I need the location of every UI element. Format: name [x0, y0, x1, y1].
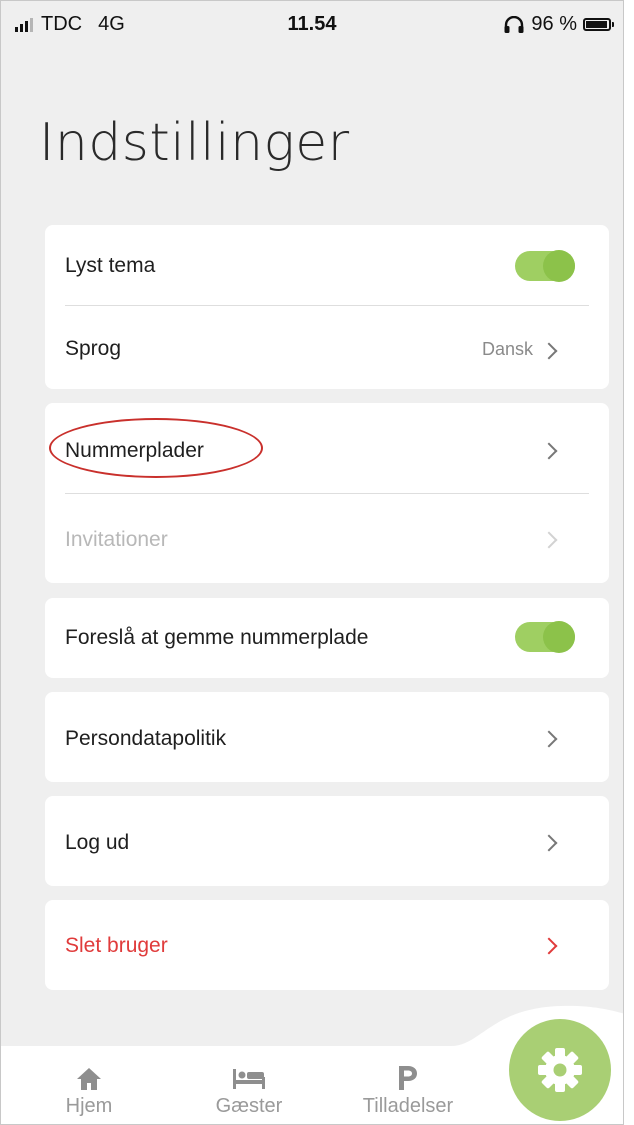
invitations-row: Invitationer: [45, 494, 609, 583]
light-theme-row: Lyst tema: [45, 225, 609, 305]
tab-home-label: Hjem: [65, 1095, 113, 1117]
log-out-label: Log ud: [65, 831, 130, 854]
privacy-policy-label: Persondatapolitik: [65, 727, 227, 750]
gear-icon: [538, 1048, 582, 1092]
suggest-save-plate-label: Foreslå at gemme nummerplade: [65, 626, 369, 649]
bed-icon: [233, 1069, 265, 1089]
log-out-row[interactable]: Log ud: [45, 796, 609, 886]
suggest-plate-card: Foreslå at gemme nummerplade: [45, 598, 609, 678]
toggle-knob: [543, 621, 575, 653]
license-plates-label: Nummerplader: [65, 439, 204, 462]
tab-guests[interactable]: Gæster: [206, 1067, 292, 1118]
chevron-right-icon: [540, 342, 558, 360]
delete-user-row[interactable]: Slet bruger: [45, 900, 609, 990]
toggle-knob: [543, 250, 575, 282]
settings-tab-button[interactable]: [509, 1019, 611, 1121]
status-bar: TDC 4G 11.54 96 %: [1, 1, 623, 49]
delete-user-label: Slet bruger: [65, 934, 168, 957]
chevron-right-icon: [540, 531, 558, 549]
vehicles-card: Nummerplader Invitationer: [45, 403, 609, 583]
light-theme-toggle[interactable]: [515, 250, 575, 282]
delete-user-card: Slet bruger: [45, 900, 609, 990]
tab-permissions-label: Tilladelser: [362, 1095, 454, 1117]
privacy-card: Persondatapolitik: [45, 692, 609, 782]
language-label: Sprog: [65, 337, 122, 360]
page-title: Indstillinger: [39, 113, 350, 173]
battery-icon: [583, 18, 614, 31]
license-plates-row[interactable]: Nummerplader: [45, 403, 609, 493]
chevron-right-icon: [540, 834, 558, 852]
light-theme-label: Lyst tema: [65, 254, 156, 277]
status-right: 96 %: [503, 13, 614, 36]
tab-home[interactable]: Hjem: [59, 1067, 119, 1118]
logout-card: Log ud: [45, 796, 609, 886]
suggest-save-plate-row: Foreslå at gemme nummerplade: [45, 598, 609, 678]
chevron-right-icon: [540, 937, 558, 955]
tab-permissions[interactable]: Tilladelser: [349, 1065, 467, 1118]
appearance-card: Lyst tema Sprog Dansk: [45, 225, 609, 389]
home-icon: [77, 1068, 101, 1090]
chevron-right-icon: [540, 730, 558, 748]
language-value: Dansk: [481, 339, 533, 359]
suggest-save-plate-toggle[interactable]: [515, 621, 575, 653]
chevron-right-icon: [540, 442, 558, 460]
parking-icon: [399, 1066, 417, 1090]
headphones-icon: [504, 15, 524, 33]
invitations-label: Invitationer: [65, 528, 168, 551]
battery-fill: [586, 21, 608, 28]
language-row[interactable]: Sprog Dansk: [45, 306, 609, 389]
battery-percentage: 96 %: [531, 13, 577, 35]
settings-screen: TDC 4G 11.54 96 % Indstillinger Lyst tem…: [0, 0, 624, 1125]
privacy-policy-row[interactable]: Persondatapolitik: [45, 692, 609, 782]
tab-guests-label: Gæster: [215, 1095, 283, 1117]
